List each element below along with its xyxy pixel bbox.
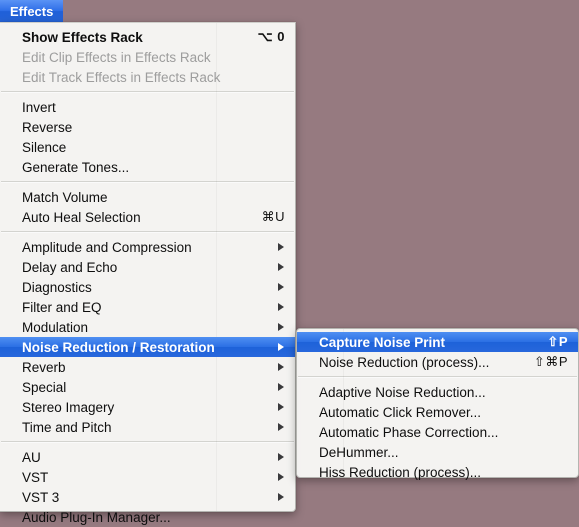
submenu-item-hiss-reduction-process[interactable]: Hiss Reduction (process)... [297, 462, 578, 482]
menu-item-label: Stereo Imagery [22, 399, 115, 415]
menu-item-label: Silence [22, 139, 67, 155]
submenu-item-capture-noise-print[interactable]: Capture Noise Print ⇧P [297, 332, 578, 352]
menu-item-diagnostics[interactable]: Diagnostics [0, 277, 295, 297]
app-window: Effects Show Effects Rack ⌥ 0 Edit Clip … [0, 0, 579, 525]
menu-item-label: Automatic Phase Correction... [319, 424, 499, 440]
menu-separator [1, 181, 294, 183]
menu-item-label: Automatic Click Remover... [319, 404, 482, 420]
menu-item-special[interactable]: Special [0, 377, 295, 397]
menu-item-reverse[interactable]: Reverse [0, 117, 295, 137]
menu-item-label: Special [22, 379, 67, 395]
menu-item-label: VST [22, 469, 49, 485]
menu-item-shortcut: ⌘U [261, 209, 285, 224]
menu-separator [298, 376, 577, 378]
menu-item-label: Generate Tones... [22, 159, 130, 175]
submenu-item-dehummer[interactable]: DeHummer... [297, 442, 578, 462]
submenu-item-automatic-phase-correction[interactable]: Automatic Phase Correction... [297, 422, 578, 442]
menu-item-noise-reduction-restoration[interactable]: Noise Reduction / Restoration [0, 337, 295, 357]
menu-item-label: VST 3 [22, 489, 60, 505]
submenu-item-noise-reduction-process[interactable]: Noise Reduction (process)... ⇧⌘P [297, 352, 578, 372]
menu-item-label: Noise Reduction / Restoration [22, 339, 215, 355]
menu-item-label: Modulation [22, 319, 89, 335]
submenu-arrow-icon [278, 382, 284, 391]
submenu-arrow-icon [278, 242, 284, 251]
submenu-arrow-icon [278, 322, 284, 331]
menu-item-label: DeHummer... [319, 444, 399, 460]
menu-item-show-effects-rack[interactable]: Show Effects Rack ⌥ 0 [0, 27, 295, 47]
menu-item-invert[interactable]: Invert [0, 97, 295, 117]
submenu-arrow-icon [278, 302, 284, 311]
menu-item-label: Edit Track Effects in Effects Rack [22, 69, 221, 85]
submenu-arrow-icon [278, 402, 284, 411]
submenu-arrow-icon [278, 362, 284, 371]
submenu-arrow-icon [278, 262, 284, 271]
menu-item-audio-plug-in-manager[interactable]: Audio Plug-In Manager... [0, 507, 295, 527]
menu-bar: Effects [0, 0, 579, 22]
menu-item-label: Hiss Reduction (process)... [319, 464, 482, 480]
menu-item-label: Diagnostics [22, 279, 92, 295]
menu-item-silence[interactable]: Silence [0, 137, 295, 157]
menu-item-label: Time and Pitch [22, 419, 112, 435]
menu-item-generate-tones[interactable]: Generate Tones... [0, 157, 295, 177]
menu-item-label: Reverb [22, 359, 66, 375]
submenu-arrow-icon [278, 342, 284, 351]
menu-separator [1, 231, 294, 233]
menu-item-time-and-pitch[interactable]: Time and Pitch [0, 417, 295, 437]
menu-item-label: Auto Heal Selection [22, 209, 141, 225]
menu-item-label: Match Volume [22, 189, 108, 205]
menu-item-label: Capture Noise Print [319, 334, 446, 350]
menu-item-label: Delay and Echo [22, 259, 118, 275]
menu-item-reverb[interactable]: Reverb [0, 357, 295, 377]
menu-item-label: Show Effects Rack [22, 29, 143, 45]
menu-item-edit-clip-effects: Edit Clip Effects in Effects Rack [0, 47, 295, 67]
menubar-item-effects[interactable]: Effects [0, 0, 64, 22]
menu-item-amplitude-and-compression[interactable]: Amplitude and Compression [0, 237, 295, 257]
submenu-arrow-icon [278, 422, 284, 431]
effects-menu-panel: Show Effects Rack ⌥ 0 Edit Clip Effects … [0, 22, 296, 525]
submenu-arrow-icon [278, 452, 284, 461]
menu-item-label: Filter and EQ [22, 299, 102, 315]
menu-item-label: Edit Clip Effects in Effects Rack [22, 49, 211, 65]
menu-item-label: AU [22, 449, 41, 465]
menu-item-vst-3[interactable]: VST 3 [0, 487, 295, 507]
menu-item-label: Invert [22, 99, 56, 115]
menu-item-modulation[interactable]: Modulation [0, 317, 295, 337]
menu-item-auto-heal-selection[interactable]: Auto Heal Selection ⌘U [0, 207, 295, 227]
noise-reduction-submenu-panel: Capture Noise Print ⇧P Noise Reduction (… [296, 328, 579, 480]
menu-item-label: Reverse [22, 119, 73, 135]
menu-item-delay-and-echo[interactable]: Delay and Echo [0, 257, 295, 277]
menu-item-label: Audio Plug-In Manager... [22, 509, 171, 525]
menu-item-label: Adaptive Noise Reduction... [319, 384, 486, 400]
menu-item-match-volume[interactable]: Match Volume [0, 187, 295, 207]
menu-item-edit-track-effects: Edit Track Effects in Effects Rack [0, 67, 295, 87]
menu-item-label: Noise Reduction (process)... [319, 354, 490, 370]
menu-item-label: Amplitude and Compression [22, 239, 192, 255]
submenu-arrow-icon [278, 472, 284, 481]
menu-separator [1, 91, 294, 93]
submenu-arrow-icon [278, 492, 284, 501]
menu-item-stereo-imagery[interactable]: Stereo Imagery [0, 397, 295, 417]
menu-item-au[interactable]: AU [0, 447, 295, 467]
menu-separator [1, 441, 294, 443]
menu-item-shortcut: ⌥ 0 [257, 29, 285, 44]
menu-item-shortcut: ⇧⌘P [533, 354, 568, 369]
submenu-item-automatic-click-remover[interactable]: Automatic Click Remover... [297, 402, 578, 422]
menu-item-filter-and-eq[interactable]: Filter and EQ [0, 297, 295, 317]
menu-item-vst[interactable]: VST [0, 467, 295, 487]
submenu-arrow-icon [278, 282, 284, 291]
submenu-item-adaptive-noise-reduction[interactable]: Adaptive Noise Reduction... [297, 382, 578, 402]
menu-item-shortcut: ⇧P [547, 334, 568, 349]
